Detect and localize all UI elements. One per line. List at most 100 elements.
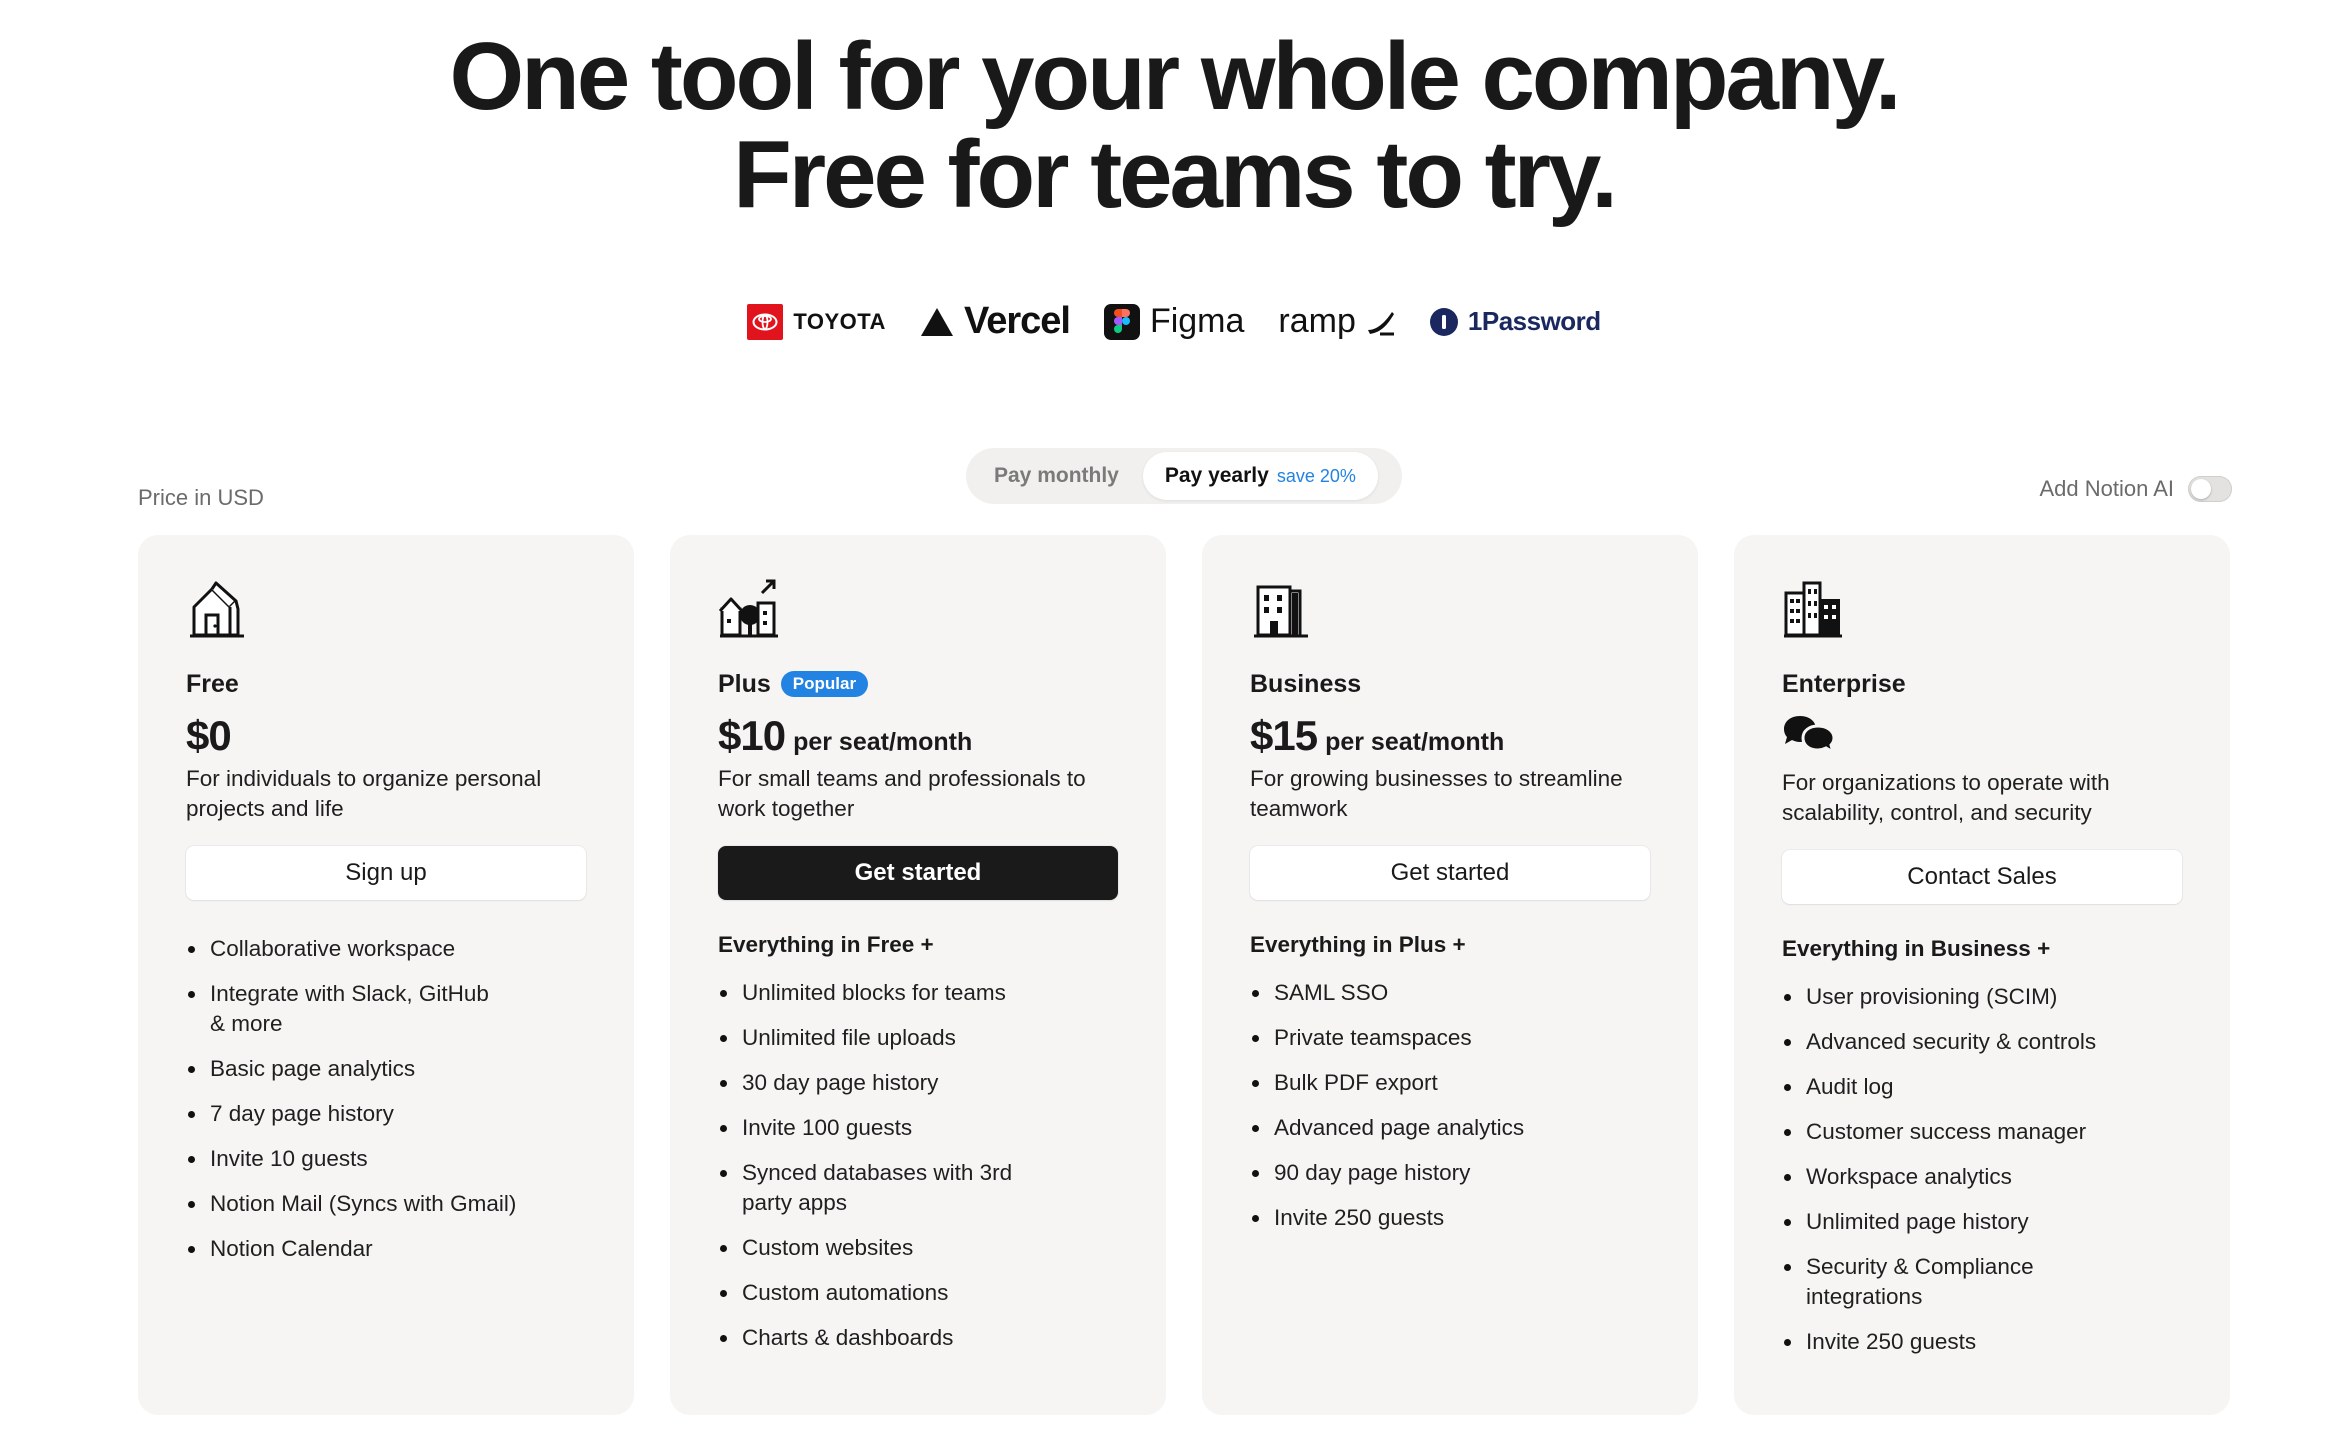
plan-name: Business	[1250, 668, 1650, 700]
features-header: Everything in Free +	[718, 932, 934, 957]
plan-price-amount: $15	[1250, 712, 1318, 759]
get-started-button[interactable]: Get started	[718, 846, 1118, 900]
plan-card-plus: Plus Popular $10 per seat/month For smal…	[670, 535, 1166, 1415]
figma-logo: Figma	[1103, 302, 1245, 341]
feature-item: Unlimited blocks for teams	[718, 978, 1118, 1008]
plan-description: For growing businesses to streamline tea…	[1250, 766, 1623, 821]
ramp-wordmark: ramp	[1278, 302, 1356, 340]
contact-sales-button[interactable]: Contact Sales	[1782, 850, 2182, 904]
feature-item: 7 day page history	[186, 1099, 586, 1129]
pay-yearly-option[interactable]: Pay yearly save 20%	[1142, 452, 1378, 500]
feature-item: Workspace analytics	[1782, 1162, 2182, 1192]
feature-item: 90 day page history	[1250, 1158, 1650, 1188]
add-notion-ai-control: Add Notion AI	[2039, 476, 2232, 502]
ramp-logo: ramp	[1278, 302, 1395, 341]
plan-card-business: Business $15 per seat/month For growing …	[1202, 535, 1698, 1415]
figma-wordmark: Figma	[1149, 302, 1245, 340]
feature-item: Audit log	[1782, 1072, 2182, 1102]
feature-item: Advanced security & controls	[1782, 1027, 2182, 1057]
feature-item: Unlimited page history	[1782, 1207, 2182, 1237]
plan-price-amount: $0	[186, 712, 232, 759]
hero-title-line-2: Free for teams to try.	[733, 121, 1618, 228]
contact-chat-bubbles-icon	[1782, 714, 2182, 766]
figma-icon	[1103, 303, 1140, 340]
feature-item: Notion Calendar	[186, 1234, 586, 1264]
features-header: Everything in Plus +	[1250, 932, 1466, 957]
house-icon	[190, 581, 244, 638]
feature-item: Bulk PDF export	[1250, 1068, 1650, 1098]
plan-description: For organizations to operate with scalab…	[1782, 770, 2110, 825]
feature-item: Security & Compliance integrations	[1782, 1252, 2106, 1312]
feature-item: Invite 10 guests	[186, 1144, 586, 1174]
plan-description: For small teams and professionals to wor…	[718, 766, 1086, 821]
toyota-logo: TOYOTA	[747, 303, 886, 340]
sign-up-button[interactable]: Sign up	[186, 846, 586, 900]
pay-monthly-option[interactable]: Pay monthly	[970, 452, 1143, 500]
feature-item: 30 day page history	[718, 1068, 1118, 1098]
toyota-wordmark: TOYOTA	[793, 308, 886, 334]
price-currency-note: Price in USD	[138, 485, 264, 510]
city-skyline-icon	[1784, 581, 1842, 638]
hero-title-line-1: One tool for your whole company.	[449, 23, 1902, 130]
popular-badge: Popular	[780, 671, 869, 697]
feature-item: Collaborative workspace	[186, 934, 586, 964]
vercel-logo: Vercel	[920, 300, 1071, 343]
hero: One tool for your whole company. Free fo…	[0, 28, 2348, 224]
plan-name-text: Enterprise	[1782, 669, 1906, 698]
feature-item: Advanced page analytics	[1250, 1113, 1650, 1143]
feature-item: Synced databases with 3rd party apps	[718, 1158, 1062, 1218]
add-notion-ai-switch[interactable]	[2188, 476, 2232, 502]
plan-price-amount: $10	[718, 712, 786, 759]
feature-item: Invite 100 guests	[718, 1113, 1118, 1143]
office-building-icon	[1254, 585, 1308, 638]
feature-item: Notion Mail (Syncs with Gmail)	[186, 1189, 586, 1219]
save-percent-label: save 20%	[1276, 465, 1356, 486]
feature-list: User provisioning (SCIM) Advanced securi…	[1782, 982, 2182, 1357]
feature-item: Basic page analytics	[186, 1054, 586, 1084]
get-started-button[interactable]: Get started	[1250, 846, 1650, 900]
plan-name: Free	[186, 668, 586, 700]
plan-price: $10 per seat/month	[718, 712, 1118, 762]
plan-name-text: Business	[1250, 669, 1362, 698]
vercel-wordmark: Vercel	[963, 300, 1071, 342]
plan-name-text: Plus	[718, 669, 771, 698]
feature-item: Integrate with Slack, GitHub & more	[186, 979, 510, 1039]
feature-item: Private teamspaces	[1250, 1023, 1650, 1053]
features-header: Everything in Business +	[1782, 936, 2051, 961]
plan-card-enterprise: Enterprise For organizations to operate …	[1734, 535, 2230, 1415]
feature-item: Customer success manager	[1782, 1117, 2182, 1147]
add-notion-ai-label: Add Notion AI	[2039, 476, 2174, 501]
ramp-arrow-icon	[1367, 311, 1394, 335]
billing-period-toggle[interactable]: Pay monthly Pay yearly save 20%	[966, 448, 1402, 504]
pricing-cards: Free $0 For individuals to organize pers…	[138, 535, 2230, 1415]
onepassword-wordmark: 1Password	[1467, 306, 1601, 336]
plan-name: Plus Popular	[718, 668, 1118, 700]
plan-description: For individuals to organize personal pro…	[186, 766, 542, 821]
onepassword-keyhole-icon	[1429, 307, 1458, 336]
feature-item: Invite 250 guests	[1782, 1327, 2182, 1357]
customer-logos: TOYOTA Vercel Figma ramp 1Password	[0, 300, 2348, 343]
plan-price-unit: per seat/month	[793, 728, 973, 756]
plan-price: $15 per seat/month	[1250, 712, 1650, 762]
hero-title: One tool for your whole company. Free fo…	[0, 28, 2348, 224]
village-growth-icon	[718, 579, 778, 638]
feature-list: Collaborative workspace Integrate with S…	[186, 934, 586, 1264]
pay-yearly-label: Pay yearly	[1164, 464, 1269, 487]
feature-item: Charts & dashboards	[718, 1323, 1118, 1353]
feature-item: SAML SSO	[1250, 978, 1650, 1008]
plan-name-text: Free	[186, 669, 239, 698]
plan-card-free: Free $0 For individuals to organize pers…	[138, 535, 634, 1415]
feature-item: Custom websites	[718, 1233, 1118, 1263]
feature-item: Invite 250 guests	[1250, 1203, 1650, 1233]
feature-item: Unlimited file uploads	[718, 1023, 1118, 1053]
plan-price: $0	[186, 712, 586, 762]
plan-name: Enterprise	[1782, 668, 2182, 700]
feature-list: SAML SSO Private teamspaces Bulk PDF exp…	[1250, 978, 1650, 1233]
feature-item: User provisioning (SCIM)	[1782, 982, 2182, 1012]
vercel-triangle-icon	[920, 307, 953, 336]
toyota-emblem-icon	[747, 303, 784, 340]
feature-list: Unlimited blocks for teams Unlimited fil…	[718, 978, 1118, 1353]
plan-price-unit: per seat/month	[1325, 728, 1505, 756]
onepassword-logo: 1Password	[1429, 306, 1601, 337]
feature-item: Custom automations	[718, 1278, 1118, 1308]
